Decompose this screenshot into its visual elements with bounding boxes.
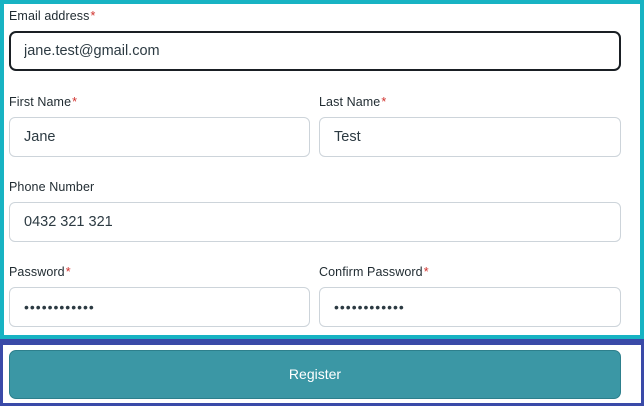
- last-name-label: Last Name*: [319, 95, 386, 109]
- phone-field[interactable]: [9, 202, 621, 242]
- first-name-field[interactable]: [9, 117, 310, 157]
- phone-label-text: Phone Number: [9, 180, 95, 194]
- register-button-label: Register: [288, 366, 342, 382]
- email-label-text: Email address: [9, 9, 90, 23]
- last-name-field[interactable]: [319, 117, 621, 157]
- password-label: Password*: [9, 265, 71, 279]
- first-name-label-text: First Name: [9, 95, 72, 109]
- confirm-password-label-text: Confirm Password: [319, 265, 423, 279]
- required-asterisk: *: [381, 95, 387, 109]
- register-button[interactable]: Register: [9, 350, 621, 399]
- required-asterisk: *: [72, 95, 78, 109]
- required-asterisk: *: [423, 265, 429, 279]
- last-name-label-text: Last Name: [319, 95, 381, 109]
- required-asterisk: *: [90, 9, 96, 23]
- email-field[interactable]: [9, 31, 621, 71]
- required-asterisk: *: [65, 265, 71, 279]
- confirm-password-label: Confirm Password*: [319, 265, 429, 279]
- first-name-label: First Name*: [9, 95, 77, 109]
- password-field[interactable]: [9, 287, 310, 327]
- confirm-password-field[interactable]: [319, 287, 621, 327]
- email-label: Email address*: [9, 9, 95, 23]
- registration-form-screen: Email address* First Name* Last Name* Ph…: [0, 0, 644, 406]
- phone-label: Phone Number: [9, 180, 94, 194]
- password-label-text: Password: [9, 265, 65, 279]
